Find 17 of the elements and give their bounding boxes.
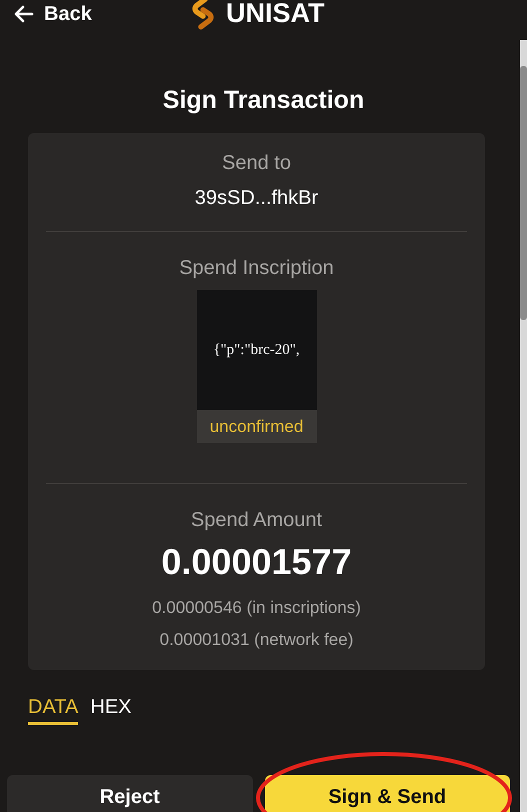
back-button[interactable]: Back bbox=[12, 2, 92, 26]
amount-label: Spend Amount bbox=[190, 508, 322, 533]
amount-value: 0.00001577 bbox=[161, 540, 352, 584]
amount-detail: 0.00001031 (network fee) bbox=[160, 629, 354, 651]
reject-button[interactable]: Reject bbox=[7, 775, 252, 812]
recipient-address: 39sSD...fhkBr bbox=[194, 186, 318, 211]
send-to-label: Send to bbox=[222, 151, 291, 176]
amount-detail: 0.00000546 (in inscriptions) bbox=[152, 597, 361, 619]
logo-icon bbox=[190, 0, 216, 30]
inscription-content: {"p":"brc-20", bbox=[213, 342, 300, 358]
sign-send-button[interactable]: Sign & Send bbox=[264, 775, 510, 812]
page-title: Sign Transaction bbox=[162, 85, 366, 116]
inscription-status: unconfirmed bbox=[196, 410, 316, 443]
inscription-label: Spend Inscription bbox=[179, 256, 334, 281]
view-tab[interactable]: HEX bbox=[90, 696, 132, 725]
view-tab[interactable]: DATA bbox=[28, 696, 78, 725]
brand-name: UNISAT bbox=[226, 0, 324, 28]
